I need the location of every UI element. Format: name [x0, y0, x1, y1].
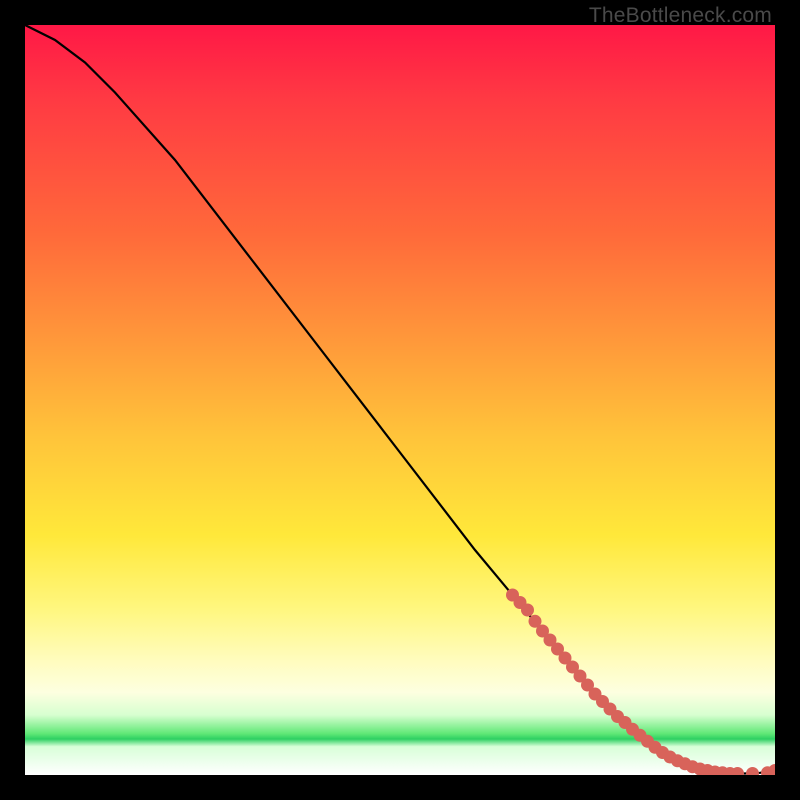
chart-svg [25, 25, 775, 775]
plot-area [25, 25, 775, 775]
data-marker [769, 764, 776, 775]
data-marker [521, 604, 534, 617]
curve-markers [506, 589, 775, 776]
watermark-text: TheBottleneck.com [589, 4, 772, 28]
curve-line [25, 25, 775, 774]
data-marker [746, 767, 759, 775]
chart-frame: TheBottleneck.com [0, 0, 800, 800]
